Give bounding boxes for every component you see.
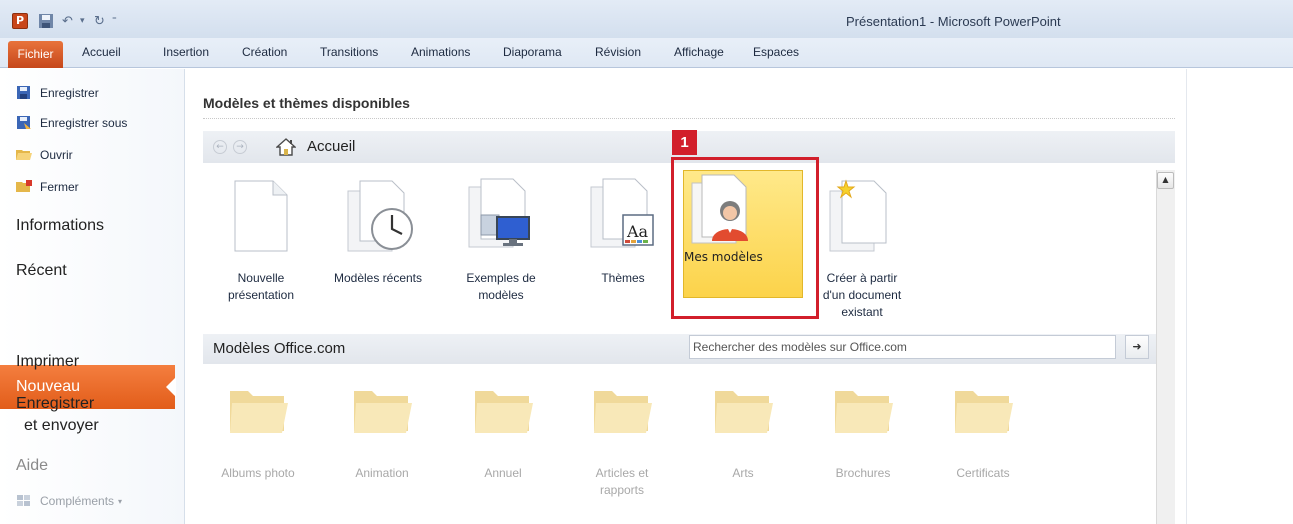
svg-text:Aa: Aa [626,222,649,241]
customize-qat-icon[interactable]: ⁼ [112,12,117,30]
vertical-scrollbar[interactable] [1156,170,1175,524]
nav-enregistrer[interactable]: Enregistrer [16,82,99,104]
breadcrumb: Accueil [307,138,356,155]
folder-label: Articles et rapports [595,466,649,497]
tab-espaces[interactable]: Espaces [753,45,799,59]
tile-label: Exemples de modèles [466,271,536,302]
tile-recent-templates[interactable]: Modèles récents [320,169,436,319]
folder-icon [592,385,652,437]
search-go-button[interactable]: ➜ [1125,335,1149,359]
folder-label: Arts [732,466,754,480]
close-folder-icon [16,180,32,194]
folder-label: Certificats [956,466,1010,480]
tab-animations[interactable]: Animations [411,45,470,59]
divider [203,118,1175,119]
new-from-existing-icon [824,177,900,253]
tile-new-presentation[interactable]: Nouvelle présentation [203,169,319,319]
addins-icon [16,494,32,508]
save-icon[interactable] [38,12,54,30]
nav-informations[interactable]: Informations [16,217,104,235]
arrow-right-icon: ➜ [1132,340,1142,353]
blank-document-icon [223,177,299,253]
tab-insertion[interactable]: Insertion [163,45,209,59]
folder-annuel[interactable]: Annuel [448,380,558,500]
folder-icon [953,385,1013,437]
folder-animation[interactable]: Animation [327,380,437,500]
folder-icon [473,385,533,437]
folder-certificats[interactable]: Certificats [928,380,1038,500]
tile-themes[interactable]: Aa Thèmes [565,169,681,319]
tile-label: Nouvelle présentation [227,271,295,302]
nav-label: Enregistrer [40,86,99,100]
tab-transitions[interactable]: Transitions [320,45,378,59]
folder-brochures[interactable]: Brochures [808,380,918,500]
sample-templates-icon [463,177,539,253]
tile-label: Thèmes [601,271,645,285]
clock-document-icon [340,177,416,253]
selected-notch [166,377,176,397]
tile-label: Créer à partir d'un document existant [822,271,902,319]
save-as-icon [16,116,32,130]
tab-creation[interactable]: Création [242,45,287,59]
home-icon[interactable] [275,138,297,156]
undo-icon[interactable]: ↶ [62,12,73,30]
callout-number-badge: 1 [672,130,697,155]
chevron-down-icon[interactable]: ▾ [80,12,85,30]
open-folder-icon [16,148,32,162]
back-arrow-icon[interactable]: ← [213,140,227,154]
tile-label: Modèles récents [333,271,423,285]
office-section-title: Modèles Office.com [213,340,346,357]
nav-enregistrer-sous[interactable]: Enregistrer sous [16,112,127,134]
callout-highlight [671,157,819,319]
redo-icon[interactable]: ↻ [94,12,105,30]
folder-label: Albums photo [221,466,295,480]
tab-affichage[interactable]: Affichage [674,45,724,59]
page-title: Modèles et thèmes disponibles [203,95,410,111]
themes-icon: Aa [585,177,661,253]
title-bar: P ↶ ▾ ↻ ⁼ Présentation1 - Microsoft Powe… [0,0,1293,38]
folder-icon [833,385,893,437]
tab-diaporama[interactable]: Diaporama [503,45,562,59]
tab-revision[interactable]: Révision [595,45,641,59]
chevron-down-icon: ▾ [118,496,123,506]
nav-label: Fermer [40,180,79,194]
search-input[interactable] [689,335,1116,359]
nav-imprimer[interactable]: Imprimer [16,353,79,371]
folder-label: Animation [355,466,409,480]
folder-icon [352,385,412,437]
folder-arts[interactable]: Arts [688,380,798,500]
nav-ouvrir[interactable]: Ouvrir [16,144,73,166]
backstage-nav: Enregistrer Enregistrer sous Ouvrir Ferm… [0,69,185,524]
nav-label: et envoyer [24,417,99,434]
forward-arrow-icon[interactable]: → [233,140,247,154]
folder-icon [713,385,773,437]
nav-label: Ouvrir [40,148,73,162]
folder-albums-photo[interactable]: Albums photo [203,380,313,500]
folder-articles-rapports[interactable]: Articles et rapports [567,380,677,500]
nav-fermer[interactable]: Fermer [16,176,79,198]
nav-complements[interactable]: Compléments ▾ [16,490,122,512]
ribbon-tab-bar: Fichier Accueil Insertion Création Trans… [0,38,1293,68]
scroll-up-arrow-icon[interactable]: ▲ [1157,172,1174,189]
nav-aide[interactable]: Aide [16,457,48,475]
nav-recent[interactable]: Récent [16,262,67,280]
folder-label: Brochures [835,466,891,480]
tile-sample-templates[interactable]: Exemples de modèles [443,169,559,319]
tab-accueil[interactable]: Accueil [82,45,121,59]
powerpoint-logo-icon[interactable]: P [12,13,28,29]
nav-label: Compléments [40,494,115,508]
tab-file[interactable]: Fichier [8,41,63,68]
save-icon [16,86,32,100]
nav-enregistrer-envoyer[interactable]: Enregistrer et envoyer [16,393,99,437]
nav-label: Enregistrer [16,395,95,412]
tile-from-existing[interactable]: Créer à partir d'un document existant [804,169,920,319]
preview-panel [1186,69,1293,524]
folder-icon [228,385,288,437]
folder-label: Annuel [484,466,522,480]
window-title: Présentation1 - Microsoft PowerPoint [846,14,1061,29]
nav-label: Enregistrer sous [40,116,128,130]
